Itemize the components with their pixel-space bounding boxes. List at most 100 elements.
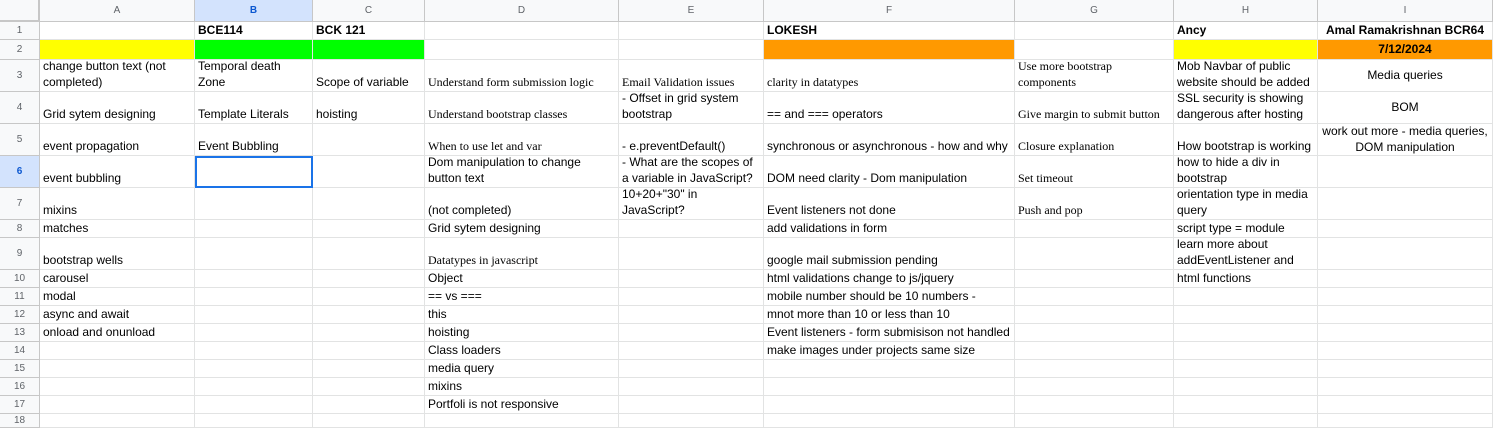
cell-d8[interactable]: Grid sytem designing	[425, 220, 619, 238]
cell-e15[interactable]	[619, 360, 764, 378]
cell-a1[interactable]	[40, 22, 195, 40]
row-header-7[interactable]: 7	[0, 188, 40, 220]
row-header-18[interactable]: 18	[0, 414, 40, 428]
row-header-8[interactable]: 8	[0, 220, 40, 238]
cell-b16[interactable]	[195, 378, 313, 396]
cell-i7[interactable]	[1318, 188, 1493, 220]
cell-g1[interactable]	[1015, 22, 1174, 40]
cell-a9[interactable]: bootstrap wells	[40, 238, 195, 270]
cell-d7[interactable]: (not completed)	[425, 188, 619, 220]
column-header-f[interactable]: F	[764, 0, 1015, 22]
cell-e4[interactable]: - Offset in grid system bootstrap	[619, 92, 764, 124]
cell-f5[interactable]: synchronous or asynchronous - how and wh…	[764, 124, 1015, 156]
cell-e7[interactable]: - What is the output of 10+20+"30" in Ja…	[619, 188, 764, 220]
cell-g16[interactable]	[1015, 378, 1174, 396]
cell-f15[interactable]	[764, 360, 1015, 378]
column-header-a[interactable]: A	[40, 0, 195, 22]
cell-g18[interactable]	[1015, 414, 1174, 428]
cell-g9[interactable]	[1015, 238, 1174, 270]
cell-e18[interactable]	[619, 414, 764, 428]
cell-f14[interactable]: make images under projects same size	[764, 342, 1015, 360]
cell-g11[interactable]	[1015, 288, 1174, 306]
cell-c3[interactable]: Scope of variable	[313, 60, 425, 92]
cell-c9[interactable]	[313, 238, 425, 270]
cell-g14[interactable]	[1015, 342, 1174, 360]
row-header-13[interactable]: 13	[0, 324, 40, 342]
cell-f1[interactable]: LOKESH	[764, 22, 1015, 40]
cell-e6[interactable]: - What are the scopes of a variable in J…	[619, 156, 764, 188]
column-header-c[interactable]: C	[313, 0, 425, 22]
cell-b14[interactable]	[195, 342, 313, 360]
cell-d14[interactable]: Class loaders	[425, 342, 619, 360]
cell-i15[interactable]	[1318, 360, 1493, 378]
cell-h3[interactable]: Mob Navbar of public website should be a…	[1174, 60, 1318, 92]
cell-i10[interactable]	[1318, 270, 1493, 288]
row-header-16[interactable]: 16	[0, 378, 40, 396]
cell-g4[interactable]: Give margin to submit button	[1015, 92, 1174, 124]
cell-a4[interactable]: Grid sytem designing	[40, 92, 195, 124]
cell-h10[interactable]: html functions	[1174, 270, 1318, 288]
cell-c14[interactable]	[313, 342, 425, 360]
cell-e8[interactable]	[619, 220, 764, 238]
cell-g3[interactable]: Use more bootstrap components	[1015, 60, 1174, 92]
cell-h12[interactable]	[1174, 306, 1318, 324]
cell-h14[interactable]	[1174, 342, 1318, 360]
cell-d10[interactable]: Object	[425, 270, 619, 288]
cell-c15[interactable]	[313, 360, 425, 378]
column-header-h[interactable]: H	[1174, 0, 1318, 22]
cell-b6[interactable]	[195, 156, 313, 188]
cell-f11[interactable]: mobile number should be 10 numbers -	[764, 288, 1015, 306]
row-header-2[interactable]: 2	[0, 40, 40, 60]
cell-g5[interactable]: Closure explanation	[1015, 124, 1174, 156]
cell-h7[interactable]: orientation type in media query	[1174, 188, 1318, 220]
cell-f17[interactable]	[764, 396, 1015, 414]
cell-a3[interactable]: Dom manipulation to change button text (…	[40, 60, 195, 92]
row-header-1[interactable]: 1	[0, 22, 40, 40]
cell-a5[interactable]: event propagation	[40, 124, 195, 156]
cell-c11[interactable]	[313, 288, 425, 306]
cell-f16[interactable]	[764, 378, 1015, 396]
cell-i5[interactable]: work out more - media queries, DOM manip…	[1318, 124, 1493, 156]
row-header-5[interactable]: 5	[0, 124, 40, 156]
cell-i11[interactable]	[1318, 288, 1493, 306]
cell-d4[interactable]: Understand bootstrap classes	[425, 92, 619, 124]
cell-i17[interactable]	[1318, 396, 1493, 414]
cell-i4[interactable]: BOM	[1318, 92, 1493, 124]
cell-d6[interactable]: Dom manipulation to change button text	[425, 156, 619, 188]
row-header-14[interactable]: 14	[0, 342, 40, 360]
cell-c1[interactable]: BCK 121	[313, 22, 425, 40]
column-header-b[interactable]: B	[195, 0, 313, 22]
cell-c13[interactable]	[313, 324, 425, 342]
row-header-17[interactable]: 17	[0, 396, 40, 414]
cell-g6[interactable]: Set timeout	[1015, 156, 1174, 188]
cell-f13[interactable]: Event listeners - form submisison not ha…	[764, 324, 1015, 342]
cell-e16[interactable]	[619, 378, 764, 396]
cell-d15[interactable]: media query	[425, 360, 619, 378]
cell-b12[interactable]	[195, 306, 313, 324]
cell-e2[interactable]	[619, 40, 764, 60]
cell-i2[interactable]: 7/12/2024	[1318, 40, 1493, 60]
row-header-10[interactable]: 10	[0, 270, 40, 288]
column-header-g[interactable]: G	[1015, 0, 1174, 22]
cell-i13[interactable]	[1318, 324, 1493, 342]
row-header-3[interactable]: 3	[0, 60, 40, 92]
cell-f7[interactable]: Event listeners not done	[764, 188, 1015, 220]
cell-i6[interactable]	[1318, 156, 1493, 188]
cell-a2[interactable]	[40, 40, 195, 60]
cell-b8[interactable]	[195, 220, 313, 238]
cell-i9[interactable]	[1318, 238, 1493, 270]
cell-e1[interactable]	[619, 22, 764, 40]
cell-h17[interactable]	[1174, 396, 1318, 414]
cell-b9[interactable]	[195, 238, 313, 270]
cell-c8[interactable]	[313, 220, 425, 238]
cell-b18[interactable]	[195, 414, 313, 428]
row-header-4[interactable]: 4	[0, 92, 40, 124]
spreadsheet-grid[interactable]: A B C D E F G H I 1 BCE114 BCK 121 LOKESH Ancy Amal Ra…	[0, 0, 1493, 428]
cell-a17[interactable]	[40, 396, 195, 414]
cell-b2[interactable]	[195, 40, 313, 60]
cell-h5[interactable]: How bootstrap is working	[1174, 124, 1318, 156]
row-header-9[interactable]: 9	[0, 238, 40, 270]
cell-f8[interactable]: add validations in form	[764, 220, 1015, 238]
cell-e12[interactable]	[619, 306, 764, 324]
select-all-corner[interactable]	[0, 0, 40, 22]
